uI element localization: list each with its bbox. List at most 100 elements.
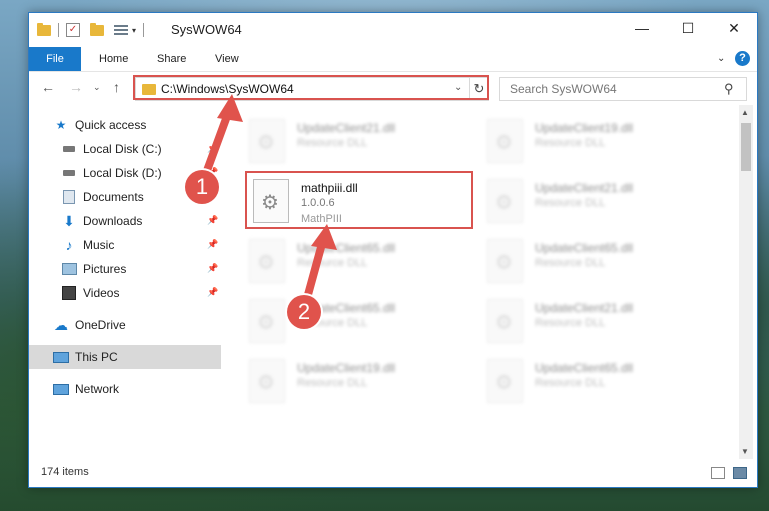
sidebar-item-label: Downloads xyxy=(83,214,143,228)
dll-file-icon xyxy=(487,179,523,223)
step-2-badge: 2 xyxy=(287,295,321,329)
file-type: Resource DLL xyxy=(535,257,606,269)
file-type: Resource DLL xyxy=(535,137,606,149)
pin-icon[interactable]: 📌 xyxy=(207,143,218,154)
address-highlight-box xyxy=(133,75,489,100)
search-icon[interactable]: ⚲ xyxy=(724,81,734,97)
download-icon: ⬇ xyxy=(63,212,75,229)
file-item[interactable]: UpdateClient21.dll Resource DLL xyxy=(481,175,701,227)
tab-view[interactable]: View xyxy=(215,47,239,71)
dll-file-icon xyxy=(487,359,523,403)
file-list: UpdateClient21.dll Resource DLL UpdateCl… xyxy=(243,109,739,449)
file-name: UpdateClient19.dll xyxy=(297,361,396,375)
details-view-icon[interactable] xyxy=(711,467,725,479)
file-name: UpdateClient19.dll xyxy=(535,121,634,135)
file-item[interactable]: UpdateClient21.dll Resource DLL xyxy=(243,115,463,167)
customize-dropdown-icon[interactable]: ▾ xyxy=(132,26,136,35)
drive-icon xyxy=(61,141,77,157)
tab-file[interactable]: File xyxy=(29,47,81,71)
dll-file-icon xyxy=(249,239,285,283)
dll-file-icon xyxy=(487,119,523,163)
quick-access-toolbar: ✓ ▾ xyxy=(37,21,147,39)
back-arrow-icon[interactable]: ← xyxy=(41,79,55,95)
file-name: UpdateClient21.dll xyxy=(535,181,634,195)
up-arrow-icon[interactable]: ↑ xyxy=(113,79,120,95)
recent-locations-chevron-icon[interactable]: ⌄ xyxy=(93,82,101,93)
music-icon: ♪ xyxy=(65,237,73,253)
minimize-button[interactable]: — xyxy=(619,13,665,43)
file-type: Resource DLL xyxy=(297,257,368,269)
tab-share[interactable]: Share xyxy=(157,47,186,71)
file-item[interactable]: UpdateClient65.dll Resource DLL xyxy=(243,295,463,347)
toolbar-divider xyxy=(58,23,59,37)
title-bar: ✓ ▾ SysWOW64 — ☐ ✕ xyxy=(29,13,757,47)
sidebar-item-label: Quick access xyxy=(75,118,147,132)
search-box[interactable]: Search SysWOW64 ⚲ xyxy=(499,77,747,101)
sidebar-item-this-pc[interactable]: This PC xyxy=(29,345,221,369)
videos-icon xyxy=(61,285,77,301)
scrollbar-thumb[interactable] xyxy=(741,123,751,171)
file-item[interactable]: UpdateClient19.dll Resource DLL xyxy=(243,355,463,407)
sidebar-item-local-disk-c[interactable]: Local Disk (C:) 📌 xyxy=(29,137,221,161)
sidebar-item-music[interactable]: ♪ Music 📌 xyxy=(29,233,221,257)
pin-icon[interactable]: 📌 xyxy=(207,215,218,226)
cloud-icon: ☁ xyxy=(54,316,68,333)
search-input[interactable]: Search SysWOW64 xyxy=(510,82,617,96)
vertical-scrollbar[interactable]: ▲ ▼ xyxy=(739,105,753,459)
sidebar-item-label: Local Disk (D:) xyxy=(83,166,162,180)
help-icon[interactable]: ? xyxy=(735,51,750,66)
sidebar-item-quick-access[interactable]: ★ Quick access xyxy=(29,113,221,137)
sidebar-item-downloads[interactable]: ⬇ Downloads 📌 xyxy=(29,209,221,233)
ribbon-tabs: File Home Share View ⌄ ? xyxy=(29,47,757,72)
sidebar-item-network[interactable]: Network xyxy=(29,377,221,401)
file-item[interactable]: UpdateClient65.dll Resource DLL xyxy=(481,355,701,407)
file-name: UpdateClient65.dll xyxy=(535,361,634,375)
forward-arrow-icon[interactable]: → xyxy=(69,79,83,95)
properties-list-icon[interactable] xyxy=(114,24,128,36)
status-bar: 174 items xyxy=(29,461,757,485)
network-icon xyxy=(53,381,69,397)
properties-check-icon[interactable]: ✓ xyxy=(66,23,80,37)
sidebar-item-pictures[interactable]: Pictures 📌 xyxy=(29,257,221,281)
large-icons-view-icon[interactable] xyxy=(733,467,747,479)
file-name: UpdateClient21.dll xyxy=(535,301,634,315)
sidebar-item-label: Music xyxy=(83,238,115,252)
file-item[interactable]: UpdateClient65.dll Resource DLL xyxy=(243,235,463,287)
maximize-button[interactable]: ☐ xyxy=(665,13,711,43)
file-item[interactable]: UpdateClient21.dll Resource DLL xyxy=(481,295,701,347)
sidebar-item-onedrive[interactable]: ☁ OneDrive xyxy=(29,313,221,337)
new-folder-icon[interactable] xyxy=(90,22,104,36)
collapse-ribbon-icon[interactable]: ⌄ xyxy=(717,53,725,64)
sidebar-item-label: Pictures xyxy=(83,262,127,276)
window-title: SysWOW64 xyxy=(171,22,242,37)
dll-file-icon xyxy=(249,299,285,343)
dll-file-icon xyxy=(249,359,285,403)
file-item[interactable]: UpdateClient65.dll Resource DLL xyxy=(481,235,701,287)
dll-file-icon xyxy=(487,299,523,343)
file-type: Resource DLL xyxy=(535,317,606,329)
file-item[interactable]: UpdateClient19.dll Resource DLL xyxy=(481,115,701,167)
dll-file-icon xyxy=(487,239,523,283)
scroll-up-icon[interactable]: ▲ xyxy=(741,108,749,117)
pin-icon[interactable]: 📌 xyxy=(207,287,218,298)
pictures-icon xyxy=(61,261,77,277)
step-1-badge: 1 xyxy=(185,170,219,204)
sidebar-item-label: This PC xyxy=(75,350,118,364)
star-icon: ★ xyxy=(55,118,67,132)
sidebar-item-label: Documents xyxy=(83,190,144,204)
file-name: UpdateClient65.dll xyxy=(535,241,634,255)
pin-icon[interactable]: 📌 xyxy=(207,239,218,250)
scroll-down-icon[interactable]: ▼ xyxy=(741,447,749,456)
file-highlight-box xyxy=(245,171,473,229)
file-type: Resource DLL xyxy=(297,377,368,389)
pin-icon[interactable]: 📌 xyxy=(207,263,218,274)
file-name: UpdateClient65.dll xyxy=(297,241,396,255)
sidebar-item-label: Network xyxy=(75,382,120,396)
toolbar-divider xyxy=(143,23,145,37)
tab-home[interactable]: Home xyxy=(99,47,128,71)
file-type: Resource DLL xyxy=(535,377,606,389)
close-button[interactable]: ✕ xyxy=(711,13,757,43)
sidebar-item-videos[interactable]: Videos 📌 xyxy=(29,281,221,305)
folder-icon[interactable] xyxy=(37,22,51,36)
sidebar-item-label: OneDrive xyxy=(75,318,126,332)
